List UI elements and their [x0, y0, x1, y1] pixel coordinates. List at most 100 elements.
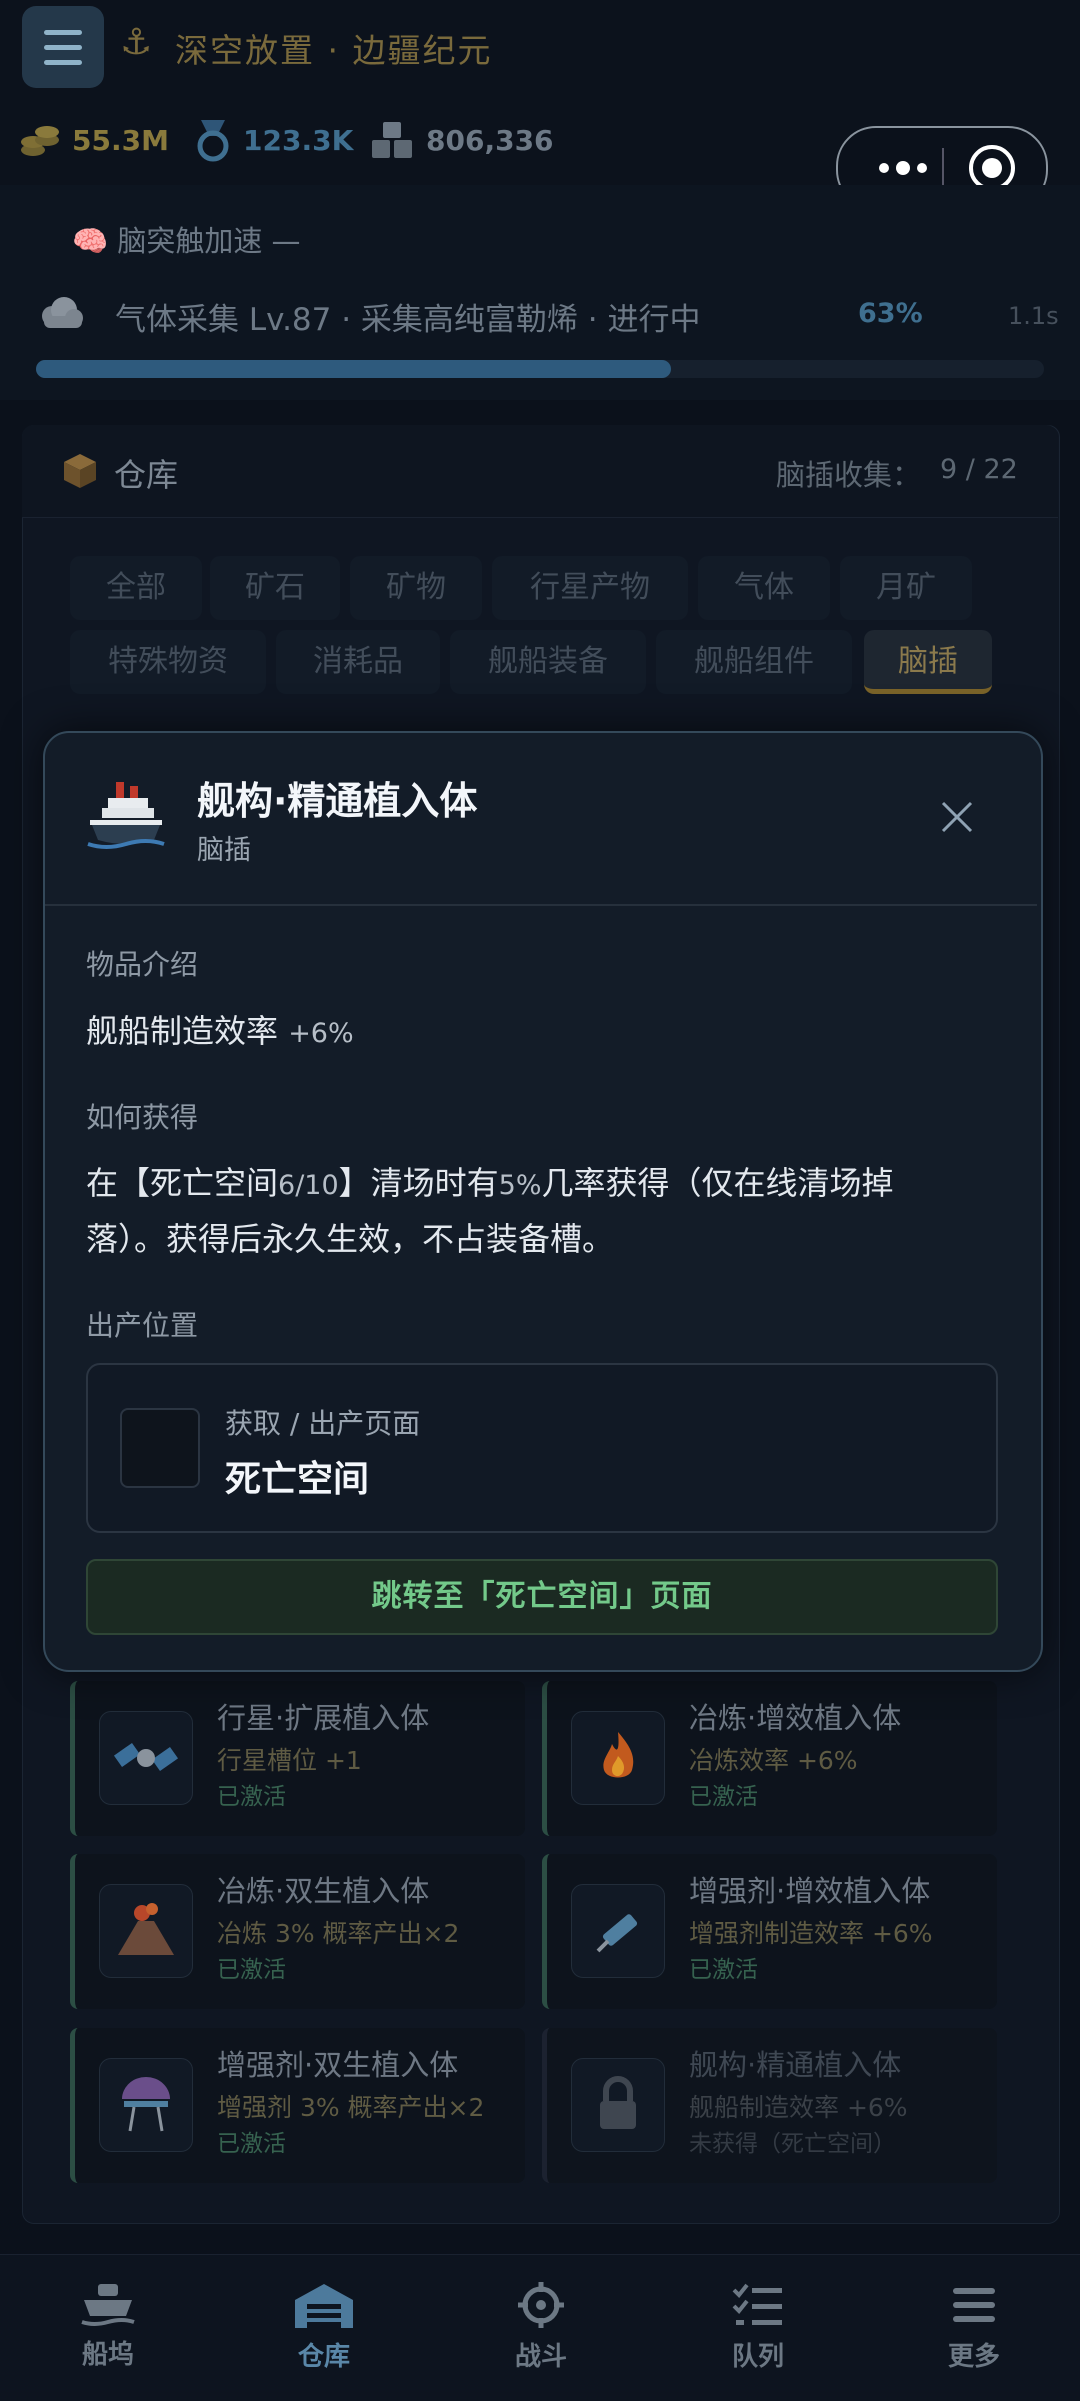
satellite-icon — [99, 1711, 193, 1805]
menu-button[interactable] — [22, 6, 104, 88]
syringe-icon — [571, 1884, 665, 1978]
obtain-stage: 6/10 — [278, 1170, 339, 1201]
medal-icon — [197, 120, 229, 162]
credits-value: 55.3M — [72, 123, 169, 157]
coins-icon — [21, 126, 59, 156]
implant-card[interactable]: 冶炼·增效植入体 冶炼效率 +6% 已激活 — [542, 1681, 997, 1836]
collection-value: 9 / 22 — [940, 454, 1018, 485]
source-thumbnail — [120, 1408, 200, 1488]
obtain-line-2: 落）。获得后永久生效，不占装备槽。 — [86, 1220, 615, 1258]
nav-label: 船坞 — [81, 2340, 134, 2370]
resource-medals: 123.3K — [193, 118, 353, 162]
source-name: 死亡空间 — [225, 1459, 370, 1500]
obtain-chance: 5% — [498, 1170, 542, 1201]
implant-effect: 舰船制造效率 +6% — [689, 2093, 908, 2122]
checklist-icon — [732, 2283, 782, 2325]
cloud-icon — [42, 297, 83, 328]
implant-name: 增强剂·增效植入体 — [689, 1874, 931, 1908]
nav-queue[interactable]: 队列 — [698, 2282, 818, 2392]
task-time: 1.1s — [1008, 302, 1059, 330]
intro-main: 舰船制造效率 — [86, 1012, 279, 1050]
implant-card[interactable]: 增强剂·双生植入体 增强剂 3% 概率产出×2 已激活 — [70, 2028, 525, 2183]
task-percent: 63% — [858, 298, 923, 329]
tab-mineral[interactable]: 矿物 — [350, 556, 482, 620]
implant-effect: 增强剂 3% 概率产出×2 — [217, 2093, 485, 2122]
obtain-text: 在【死亡空间 — [86, 1164, 279, 1202]
tab-special[interactable]: 特殊物资 — [70, 630, 266, 694]
anchor-icon: ⚓ — [120, 22, 153, 63]
tab-consumables[interactable]: 消耗品 — [276, 630, 440, 694]
implant-name: 冶炼·双生植入体 — [217, 1874, 430, 1908]
implant-status: 已激活 — [689, 1957, 758, 1983]
nav-battle[interactable]: 战斗 — [481, 2282, 601, 2392]
tab-ship-equipment[interactable]: 舰船装备 — [450, 630, 646, 694]
lock-icon — [571, 2058, 665, 2152]
implant-status: 已激活 — [217, 1784, 286, 1810]
tab-implants[interactable]: 脑插 — [864, 630, 992, 694]
task-description: 气体采集 Lv.87 · 采集高纯富勒烯 · 进行中 — [115, 302, 701, 338]
implant-card[interactable]: 增强剂·增效植入体 增强剂制造效率 +6% 已激活 — [542, 1854, 997, 2009]
nav-dock[interactable]: 船坞 — [48, 2282, 168, 2392]
modal-title: 舰构·精通植入体 — [197, 779, 478, 823]
implant-status: 已激活 — [217, 1957, 286, 1983]
implant-name: 增强剂·双生植入体 — [217, 2048, 459, 2082]
box-icon — [64, 454, 96, 488]
nav-warehouse[interactable]: 仓库 — [264, 2282, 384, 2392]
volcano-icon — [99, 1884, 193, 1978]
modal-divider — [45, 904, 1037, 906]
ship-icon — [87, 782, 165, 849]
medals-value: 123.3K — [243, 123, 354, 157]
task-progress-fill — [36, 360, 672, 378]
fire-icon — [571, 1711, 665, 1805]
jump-to-source-button[interactable]: 跳转至「死亡空间」页面 — [86, 1559, 998, 1635]
collection-label: 脑插收集： — [776, 458, 922, 492]
intro-text: 舰船制造效率 +6% — [86, 1006, 354, 1052]
source-caption: 获取 / 出产页面 — [225, 1407, 421, 1440]
implant-effect: 行星槽位 +1 — [217, 1746, 362, 1775]
resource-blocks: 806,336 — [370, 118, 554, 162]
nav-label: 仓库 — [297, 2342, 350, 2372]
implant-name: 行星·扩展植入体 — [217, 1701, 430, 1735]
modal-category: 脑插 — [197, 835, 251, 866]
nav-label: 队列 — [731, 2342, 784, 2372]
implant-card-locked[interactable]: 舰构·精通植入体 舰船制造效率 +6% 未获得（死亡空间） — [542, 2028, 997, 2183]
source-location-card[interactable] — [86, 1363, 998, 1533]
menu-icon — [953, 2288, 995, 2322]
tab-planet-products[interactable]: 行星产物 — [492, 556, 688, 620]
location-label: 出产位置 — [86, 1309, 199, 1342]
tab-gas[interactable]: 气体 — [698, 556, 830, 620]
blocks-icon — [372, 122, 412, 158]
implant-effect: 冶炼 3% 概率产出×2 — [217, 1919, 460, 1948]
nav-label: 更多 — [947, 2342, 1000, 2372]
implant-status: 已激活 — [217, 2131, 286, 2157]
brain-boost-label[interactable]: 🧠 脑突触加速 — — [72, 218, 301, 260]
capsule-divider — [942, 148, 944, 188]
implant-card[interactable]: 冶炼·双生植入体 冶炼 3% 概率产出×2 已激活 — [70, 1854, 525, 2009]
task-progress-bar — [36, 360, 1044, 378]
obtain-line-1: 在【死亡空间6/10】清场时有5%几率获得（仅在线清场掉 — [86, 1158, 894, 1204]
app-title: 深空放置 · 边疆纪元 — [175, 31, 493, 70]
implant-effect: 冶炼效率 +6% — [689, 1746, 858, 1775]
blocks-value: 806,336 — [426, 123, 554, 157]
warehouse-title: 仓库 — [114, 456, 179, 494]
implant-card[interactable]: 行星·扩展植入体 行星槽位 +1 已激活 — [70, 1681, 525, 1836]
implant-effect: 增强剂制造效率 +6% — [689, 1919, 933, 1948]
more-options-button[interactable] — [868, 148, 938, 188]
nav-more[interactable]: 更多 — [914, 2282, 1034, 2392]
implant-status: 未获得（死亡空间） — [689, 2131, 896, 2157]
close-icon[interactable] — [935, 795, 979, 839]
nav-label: 战斗 — [514, 2342, 567, 2372]
intro-label: 物品介绍 — [86, 948, 199, 981]
obtain-label: 如何获得 — [86, 1101, 199, 1134]
implant-name: 舰构·精通植入体 — [689, 2048, 902, 2082]
tab-ore[interactable]: 矿石 — [210, 556, 340, 620]
tab-moon-ore[interactable]: 月矿 — [840, 556, 972, 620]
obtain-text: 】清场时有 — [338, 1164, 499, 1202]
implant-name: 冶炼·增效植入体 — [689, 1701, 902, 1735]
resource-credits: 55.3M — [20, 118, 169, 162]
grill-icon — [99, 2058, 193, 2152]
dock-icon — [81, 2284, 135, 2326]
tab-all[interactable]: 全部 — [70, 556, 202, 620]
tab-ship-components[interactable]: 舰船组件 — [656, 630, 852, 694]
crosshair-icon — [518, 2282, 564, 2328]
